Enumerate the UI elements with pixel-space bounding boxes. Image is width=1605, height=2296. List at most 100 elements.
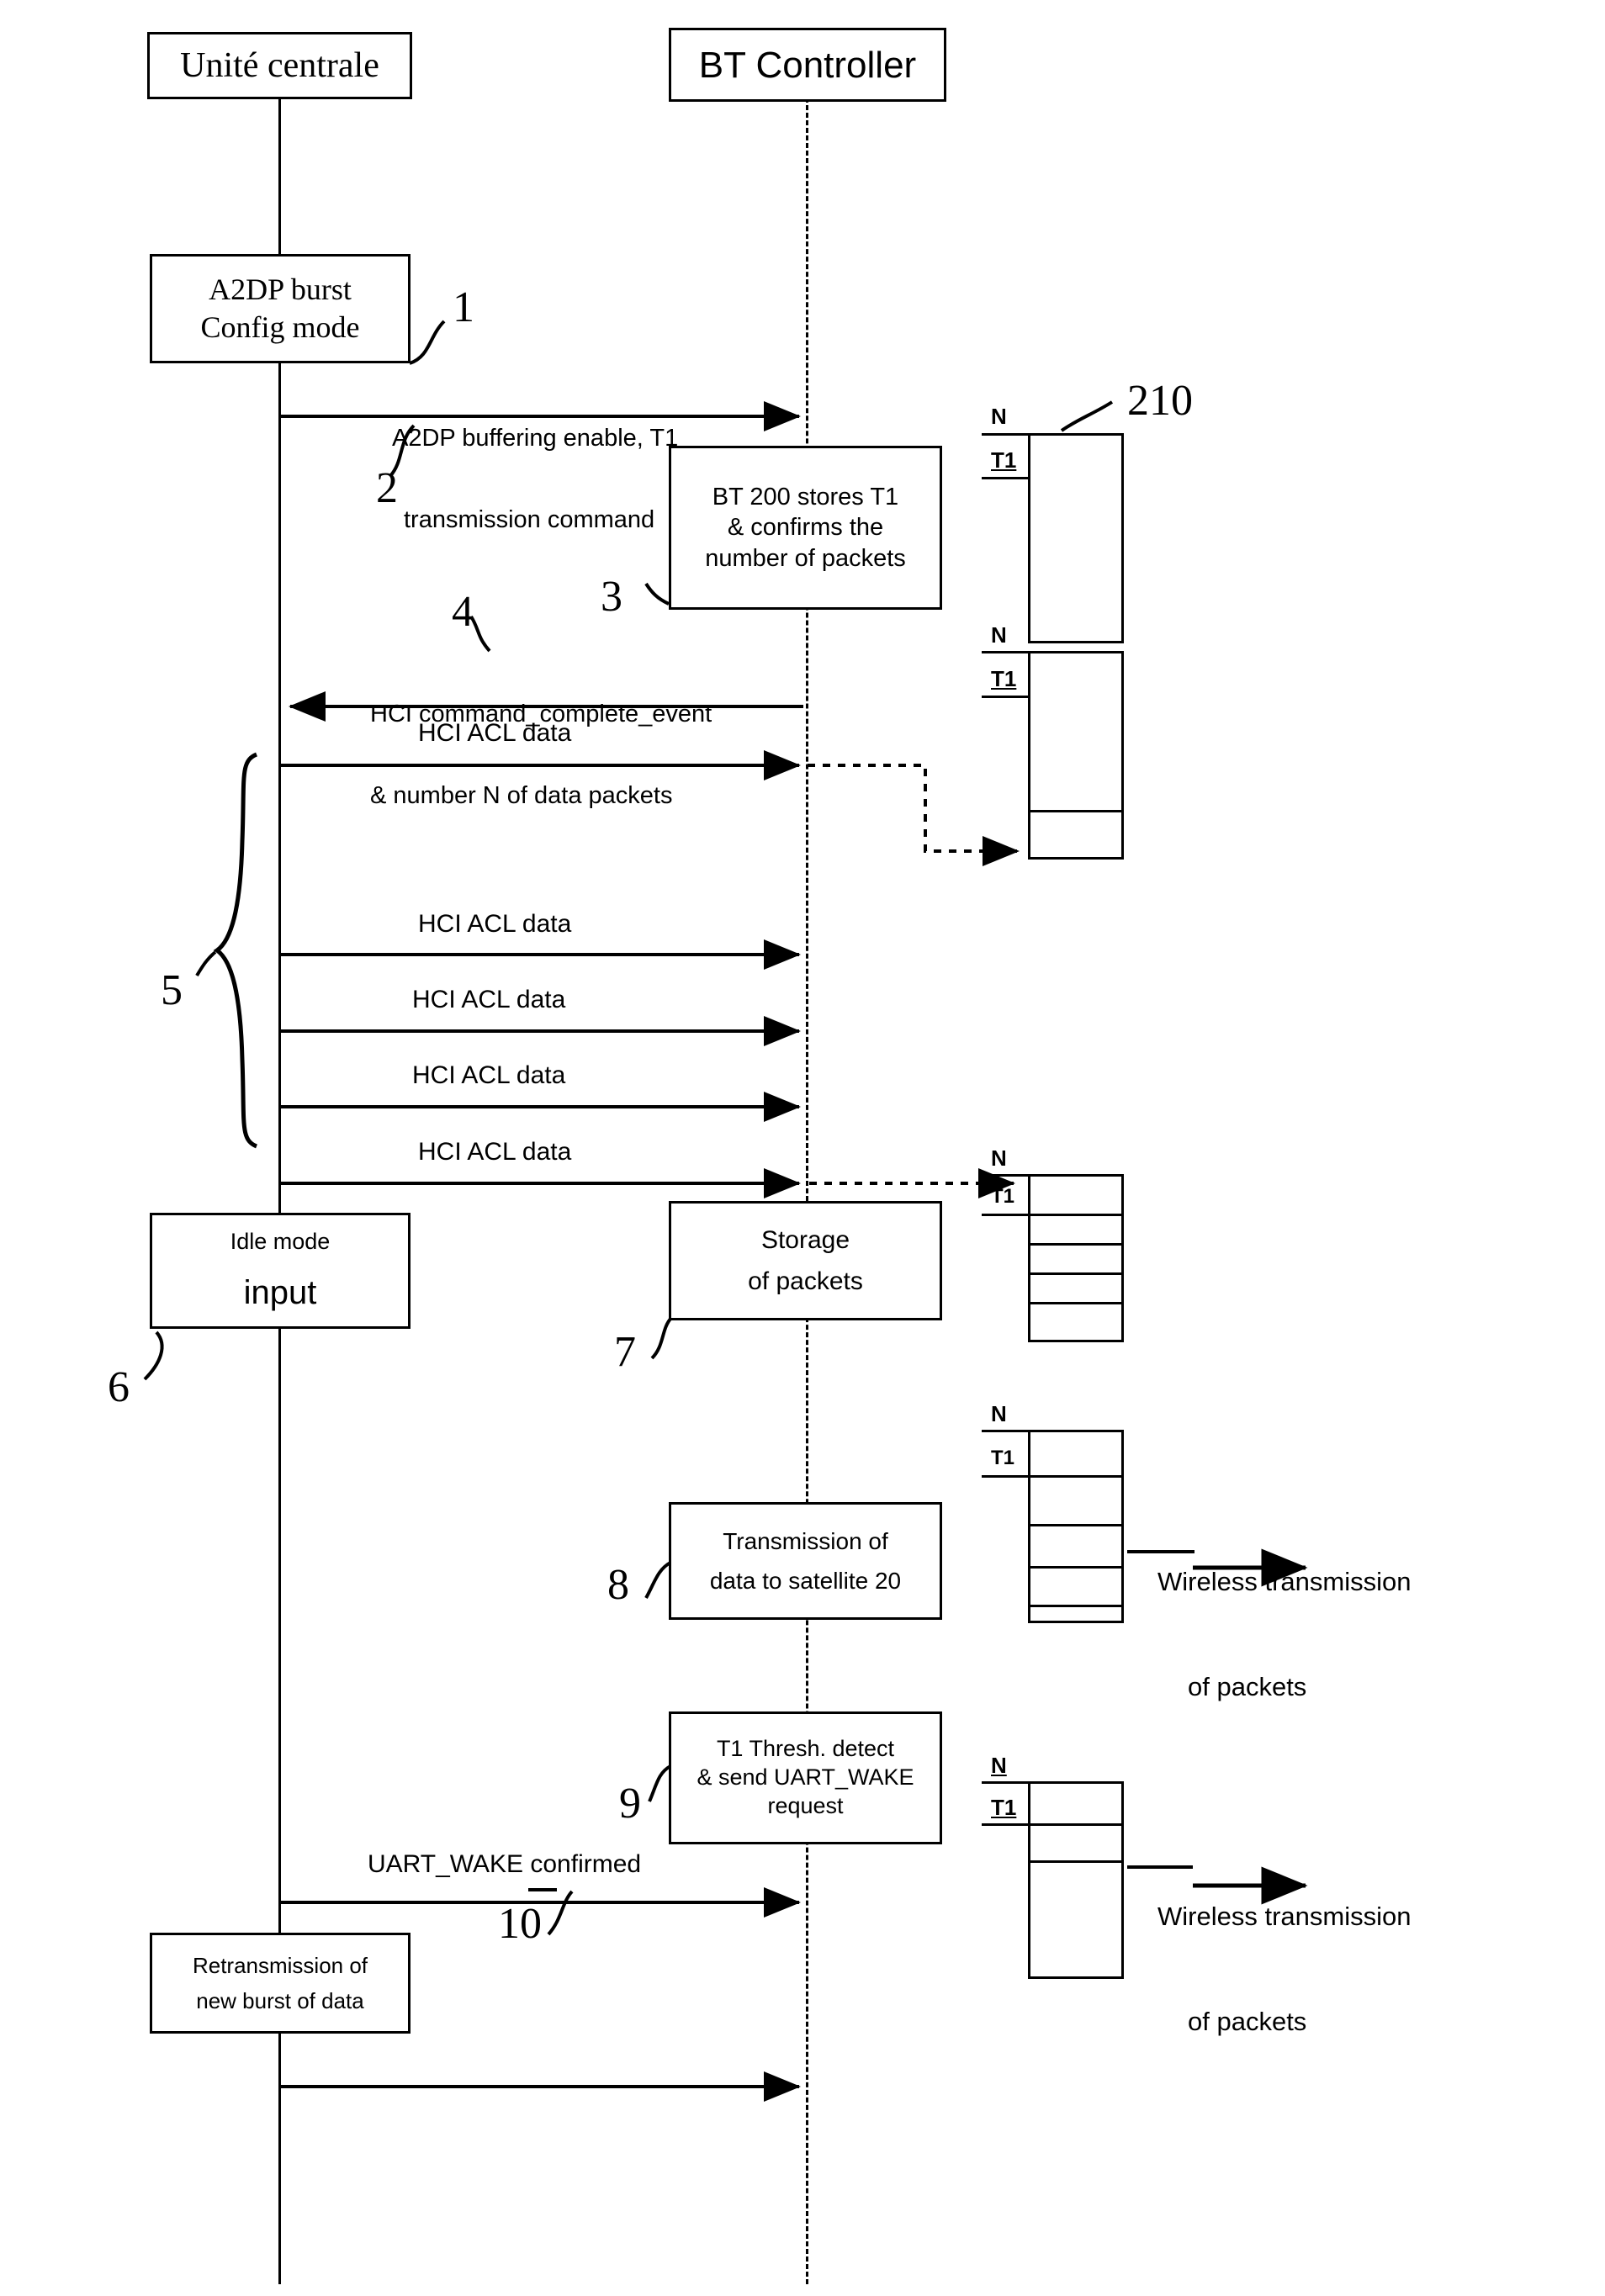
brace-group-5: [213, 752, 258, 1149]
reference-number-8: 8: [607, 1561, 629, 1609]
patent-sequence-diagram: Unité centrale BT Controller A2DP burst …: [0, 0, 1605, 2296]
process-line-a2dp-1: A2DP burst: [209, 272, 352, 306]
reference-number-2: 2: [376, 464, 398, 512]
message-line-m1-1: A2DP buffering enable, T1: [392, 424, 679, 452]
buffer-5-seg-2: [1028, 1860, 1124, 1863]
buffer-3-seg-1: [1028, 1214, 1124, 1216]
reference-number-9: 9: [619, 1780, 641, 1828]
buffer-3-seg-2: [1028, 1243, 1124, 1246]
annotation-wireless-1: Wireless transmission of packets: [1157, 1510, 1411, 1760]
buffer-4-seg-1: [1028, 1475, 1124, 1478]
leader-line-1: [409, 320, 446, 365]
leader-line-6: [143, 1331, 164, 1381]
process-box-idle-mode: Idle mode input: [150, 1213, 411, 1329]
annotation-wireless-2-line-1: Wireless transmission: [1157, 1902, 1412, 1932]
leader-line-5: [195, 950, 217, 977]
buffer-5-seg-1: [1028, 1823, 1124, 1826]
process-line-idle-1: Idle mode: [230, 1229, 331, 1255]
buffer-5-label-t1: T1: [991, 1795, 1017, 1820]
reference-number-3: 3: [601, 573, 622, 621]
actor-box-central-unit: Unité centrale: [147, 32, 412, 99]
actor-box-bt-controller: BT Controller: [669, 28, 946, 102]
message-label-m7: HCI ACL data: [418, 1138, 572, 1166]
message-label-m1: A2DP buffering enable, T1 transmission c…: [392, 370, 678, 589]
buffer-3-seg-3: [1028, 1272, 1124, 1275]
message-line-m1-2: transmission command: [404, 506, 655, 534]
buffer-5-tick-t1: [982, 1823, 1030, 1826]
annotation-wireless-1-line-1: Wireless transmission: [1157, 1567, 1412, 1597]
process-line-storage-1: Storage: [760, 1225, 850, 1254]
buffer-210-tick-n: [982, 433, 1030, 436]
process-line-btstores-3: number of packets: [705, 544, 906, 572]
process-box-threshold: T1 Thresh. detect & send UART_WAKE reque…: [669, 1711, 942, 1844]
buffer-3-tick-n: [982, 1174, 1030, 1177]
buffer-2-label-n: N: [991, 622, 1007, 648]
buffer-2-label-t1: T1: [991, 666, 1017, 691]
reference-number-7: 7: [614, 1328, 636, 1376]
reference-number-5: 5: [161, 966, 183, 1014]
buffer-4: [1028, 1430, 1124, 1623]
process-box-bt-stores: BT 200 stores T1 & confirms the number o…: [669, 446, 942, 610]
buffer-2: [1028, 651, 1124, 860]
buffer-210-tick-t1: [982, 477, 1030, 479]
reference-number-10: 10: [498, 1900, 542, 1948]
buffer-210-label-t1: T1: [991, 447, 1017, 473]
message-line-m2-2: & number N of data packets: [370, 782, 673, 810]
process-line-threshold-1: T1 Thresh. detect: [716, 1736, 895, 1762]
leader-line-7: [650, 1316, 673, 1360]
process-box-retransmission: Retransmission of new burst of data: [150, 1933, 411, 2034]
buffer-210: [1028, 433, 1124, 643]
buffer-3-tick-t1: [982, 1214, 1030, 1216]
process-box-storage: Storage of packets: [669, 1201, 942, 1320]
buffer-3-label-n: N: [991, 1145, 1007, 1171]
annotation-wireless-2-line-2: of packets: [1188, 2006, 1307, 2036]
message-label-m3: HCI ACL data: [418, 719, 572, 747]
process-box-a2dp-config: A2DP burst Config mode: [150, 254, 411, 363]
annotation-wireless-1-line-2: of packets: [1188, 1671, 1307, 1701]
buffer-4-seg-3: [1028, 1566, 1124, 1569]
process-line-btstores-1: BT 200 stores T1: [712, 484, 899, 511]
process-box-transmission: Transmission of data to satellite 20: [669, 1502, 942, 1620]
leader-line-10: [547, 1890, 574, 1936]
message-label-m6: HCI ACL data: [412, 1061, 566, 1089]
process-line-transmission-2: data to satellite 20: [709, 1568, 902, 1594]
leader-line-210: [1060, 400, 1114, 432]
buffer-5-label-n: N: [991, 1753, 1007, 1778]
process-line-storage-2: of packets: [748, 1267, 863, 1295]
reference-number-4: 4: [452, 588, 474, 636]
buffer-4-seg-4: [1028, 1605, 1124, 1607]
buffer-2-tick-t1: [982, 696, 1030, 698]
message-label-m4: HCI ACL data: [418, 910, 572, 938]
annotation-wireless-2: Wireless transmission of packets: [1157, 1844, 1411, 2095]
buffer-4-tick-t1: [982, 1475, 1030, 1478]
buffer-5-tick-n: [982, 1781, 1030, 1784]
message-label-m5: HCI ACL data: [412, 986, 566, 1013]
buffer-4-label-n: N: [991, 1401, 1007, 1426]
reference-number-1: 1: [453, 283, 474, 331]
message-label-m8: UART_WAKE confirmed: [368, 1850, 642, 1878]
buffer-5: [1028, 1781, 1124, 1979]
buffer-4-seg-2: [1028, 1524, 1124, 1526]
actor-label-bt-controller: BT Controller: [698, 44, 917, 86]
process-line-retrans-2: new burst of data: [196, 1988, 364, 2013]
buffer-3-seg-4: [1028, 1302, 1124, 1304]
buffer-210-label-n: N: [991, 404, 1007, 429]
actor-label-central-unit: Unité centrale: [180, 45, 379, 85]
process-line-transmission-1: Transmission of: [723, 1528, 888, 1554]
buffer-2-tick-n: [982, 651, 1030, 653]
message-label-m2: HCI command_complete_event & number N of…: [370, 646, 712, 865]
process-line-retrans-1: Retransmission of: [192, 1952, 368, 1978]
buffer-4-tick-n: [982, 1430, 1030, 1432]
process-line-threshold-2: & send UART_WAKE: [697, 1764, 914, 1791]
reference-number-6: 6: [108, 1363, 130, 1411]
buffer-3: [1028, 1174, 1124, 1342]
leader-line-9: [648, 1764, 672, 1802]
lifeline-bt-controller: [806, 98, 808, 2284]
process-line-a2dp-2: Config mode: [200, 310, 360, 344]
buffer-4-label-t1: T1: [991, 1447, 1015, 1469]
buffer-2-segment-divider: [1028, 810, 1124, 812]
reference-number-210: 210: [1127, 377, 1193, 425]
process-line-idle-2: input: [243, 1273, 317, 1311]
dotted-route-m3: [808, 764, 1020, 866]
process-line-btstores-2: & confirms the: [727, 514, 884, 542]
